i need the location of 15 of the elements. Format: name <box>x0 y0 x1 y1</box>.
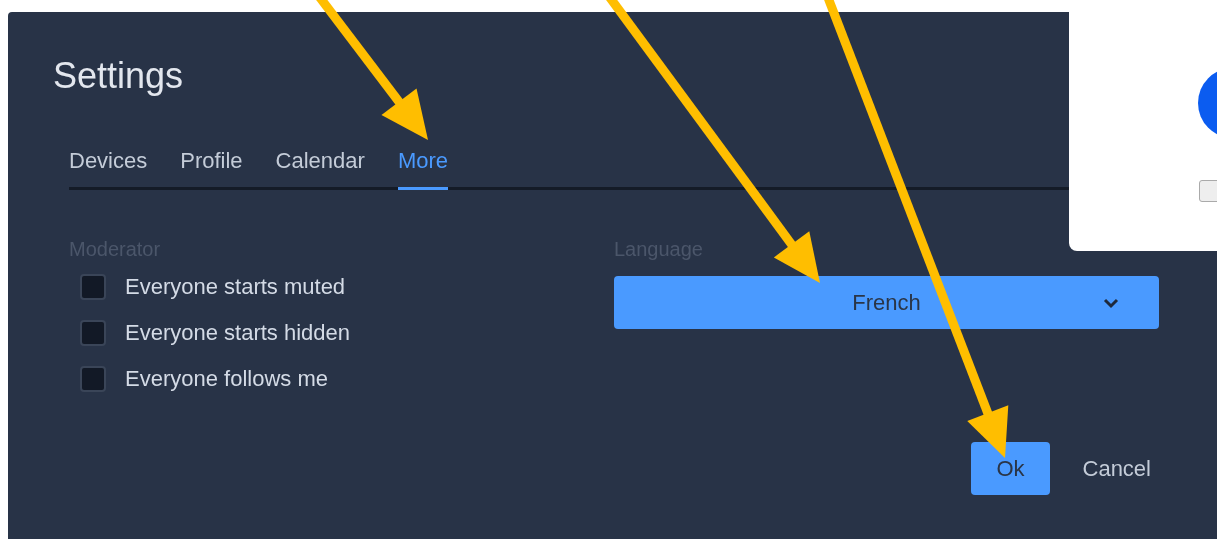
checkbox-label: Everyone starts hidden <box>125 320 351 346</box>
tab[interactable]: Profile <box>180 144 243 190</box>
checkbox-label: Everyone starts muted <box>125 274 346 300</box>
tab[interactable]: More <box>397 144 448 190</box>
checkbox-label: Everyone follows me <box>125 366 328 392</box>
checkbox[interactable] <box>80 274 106 300</box>
language-select[interactable]: French <box>614 276 1159 329</box>
tab[interactable]: Calendar <box>275 144 365 190</box>
chevron-down-icon <box>1103 297 1119 309</box>
ok-button[interactable]: Ok <box>971 442 1050 495</box>
cancel-button[interactable]: Cancel <box>1082 442 1151 495</box>
checkbox[interactable] <box>80 320 106 346</box>
tab[interactable]: Devices <box>69 144 148 190</box>
checkbox[interactable] <box>80 366 106 392</box>
dialog-title: Settings <box>53 56 184 96</box>
